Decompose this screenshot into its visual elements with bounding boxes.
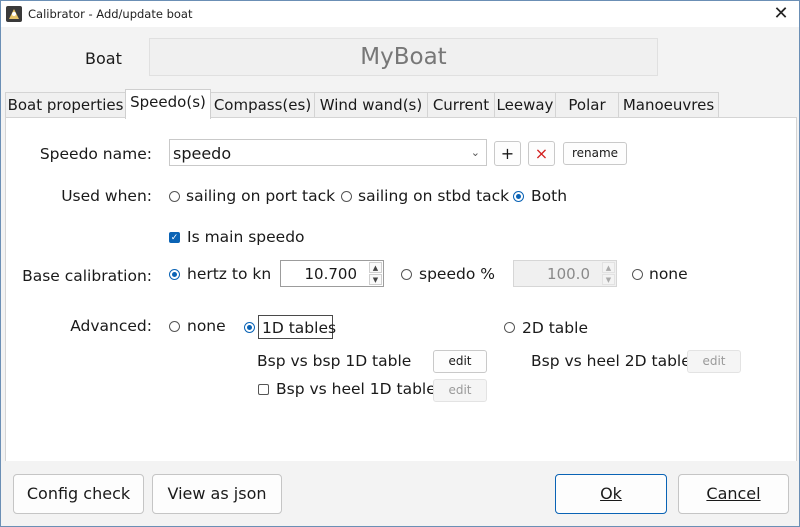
advanced-label: Advanced:: [70, 317, 152, 335]
tab-compasses[interactable]: Compass(es): [210, 92, 315, 118]
boat-name-field: MyBoat: [149, 38, 658, 76]
cancel-button[interactable]: Cancel: [678, 474, 789, 514]
hertz-stepper[interactable]: 10.700 ▲ ▼: [280, 260, 384, 287]
ok-button[interactable]: Ok: [555, 474, 667, 514]
tab-manoeuvres[interactable]: Manoeuvres: [618, 92, 719, 118]
edit-bsp-bsp-1d-button[interactable]: edit: [433, 350, 487, 373]
tab-current[interactable]: Current: [427, 92, 495, 118]
ok-button-label: Ok: [600, 484, 622, 503]
boat-label: Boat: [85, 49, 122, 68]
speedo-pct-value: 100.0: [547, 265, 590, 283]
close-icon[interactable]: ✕: [769, 2, 793, 26]
port-tack-radio[interactable]: [169, 191, 180, 202]
tab-polar[interactable]: Polar: [555, 92, 619, 118]
tab-speedos[interactable]: Speedo(s): [125, 89, 211, 119]
stbd-tack-radio[interactable]: [341, 191, 352, 202]
edit-bsp-heel-2d-button[interactable]: edit: [687, 350, 741, 373]
hertz-label: hertz to kn: [187, 265, 272, 283]
spin-down-icon[interactable]: ▼: [369, 274, 382, 285]
speedo-name-label: Speedo name:: [39, 145, 152, 163]
bsp-heel-2d-label: Bsp vs heel 2D table: [531, 352, 691, 370]
view-json-button[interactable]: View as json: [152, 474, 282, 514]
table-2d-radio[interactable]: [504, 322, 515, 333]
bsp-heel-1d-checkbox[interactable]: [258, 384, 269, 395]
spin-up-icon[interactable]: ▲: [369, 262, 382, 273]
advanced-none-radio[interactable]: [169, 321, 180, 332]
speedo-name-value: speedo: [173, 144, 232, 163]
bsp-heel-1d-label: Bsp vs heel 1D table: [276, 380, 436, 398]
speedo-name-combo[interactable]: speedo ⌄: [169, 139, 487, 166]
app-icon: [6, 6, 22, 22]
cancel-button-label: Cancel: [706, 484, 761, 503]
stbd-tack-label: sailing on stbd tack: [358, 187, 510, 205]
tab-leeway[interactable]: Leeway: [494, 92, 556, 118]
main-speedo-checkbox[interactable]: ✓: [169, 232, 180, 243]
calibration-none-radio[interactable]: [632, 269, 643, 280]
spin-up-icon[interactable]: ▲: [602, 262, 615, 273]
both-tacks-label: Both: [531, 187, 568, 205]
tab-wind-wands[interactable]: Wind wand(s): [314, 92, 428, 118]
bsp-bsp-1d-label: Bsp vs bsp 1D table: [257, 352, 412, 370]
rename-speedo-button[interactable]: rename: [563, 142, 627, 165]
port-tack-label: sailing on port tack: [186, 187, 336, 205]
chevron-down-icon: ⌄: [470, 146, 480, 159]
base-calibration-label: Base calibration:: [22, 267, 152, 285]
calibrator-window: Calibrator - Add/update boat ✕ Boat MyBo…: [0, 0, 800, 527]
hertz-value: 10.700: [304, 265, 358, 283]
used-when-label: Used when:: [61, 187, 152, 205]
both-tacks-radio[interactable]: [513, 191, 524, 202]
tables-1d-radio[interactable]: [244, 322, 255, 333]
edit-bsp-heel-1d-button[interactable]: edit: [433, 379, 487, 402]
title-bar: Calibrator - Add/update boat ✕: [1, 1, 799, 27]
speedo-pct-radio[interactable]: [401, 269, 412, 280]
tables-1d-label: 1D tables: [262, 319, 337, 337]
speedo-panel: [5, 117, 797, 462]
spin-down-icon[interactable]: ▼: [602, 274, 615, 285]
advanced-none-label: none: [187, 317, 226, 335]
remove-speedo-button[interactable]: ×: [528, 141, 555, 166]
add-speedo-button[interactable]: +: [494, 141, 521, 166]
window-title: Calibrator - Add/update boat: [28, 7, 193, 21]
main-speedo-label: Is main speedo: [187, 228, 305, 246]
config-check-button[interactable]: Config check: [13, 474, 144, 514]
tab-boat-properties[interactable]: Boat properties: [5, 92, 126, 118]
speedo-pct-label: speedo %: [419, 265, 495, 283]
table-2d-label: 2D table: [522, 319, 588, 337]
speedo-pct-stepper[interactable]: 100.0 ▲ ▼: [513, 260, 617, 287]
hertz-radio[interactable]: [169, 269, 180, 280]
calibration-none-label: none: [649, 265, 688, 283]
